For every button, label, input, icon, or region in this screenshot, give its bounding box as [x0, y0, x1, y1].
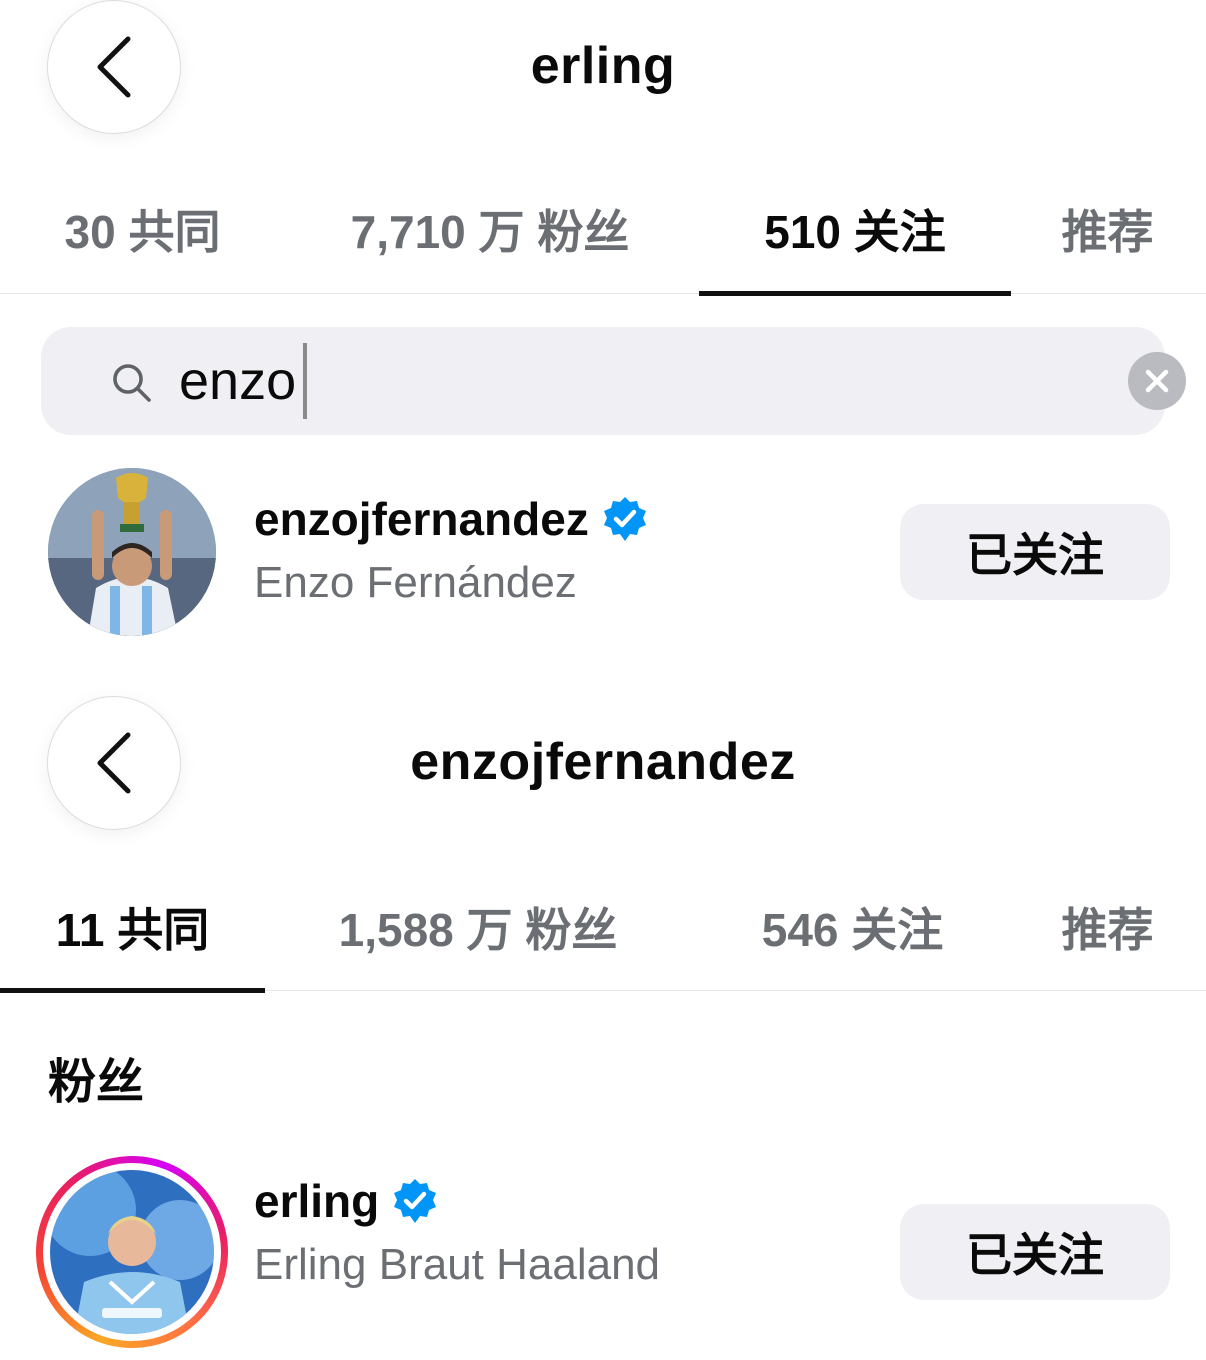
- tab-label: 30 共同: [64, 206, 221, 258]
- profile-header: enzojfernandez: [0, 680, 1206, 830]
- page-title: enzojfernandez: [410, 733, 796, 791]
- tab-label: 546 关注: [761, 903, 944, 956]
- page-title: erling: [530, 37, 676, 95]
- active-tab-indicator: [699, 291, 1011, 296]
- tab-suggested[interactable]: 推荐: [1040, 881, 1175, 990]
- button-label: 已关注: [966, 529, 1104, 581]
- clear-icon: [1145, 369, 1169, 393]
- search-query-text: enzo: [179, 351, 297, 411]
- avatar-image: [50, 1170, 214, 1334]
- tab-bar: 11 共同 1,588 万 粉丝 546 关注 推荐: [0, 881, 1206, 993]
- avatar-image: [48, 468, 216, 636]
- button-label: 已关注: [966, 1229, 1104, 1281]
- following-button[interactable]: 已关注: [900, 1204, 1170, 1300]
- avatar: [50, 1170, 214, 1334]
- verified-badge-icon: [603, 497, 646, 541]
- tab-following[interactable]: 546 关注: [730, 881, 975, 990]
- clear-search-button[interactable]: [1128, 352, 1186, 410]
- tab-following[interactable]: 510 关注: [699, 183, 1011, 296]
- tab-label: 推荐: [1061, 903, 1154, 956]
- username-text: erling: [254, 1175, 380, 1227]
- tab-label: 1,588 万 粉丝: [338, 903, 618, 956]
- search-icon: [113, 364, 151, 402]
- avatar-story-ring: [36, 1156, 228, 1348]
- tab-label: 推荐: [1061, 206, 1154, 258]
- tab-mutual[interactable]: 30 共同: [40, 183, 245, 293]
- tab-label: 7,710 万 粉丝: [350, 206, 630, 258]
- search-input[interactable]: enzo: [41, 327, 1186, 435]
- list-item[interactable]: enzojfernandez Enzo Fernández 已关注: [0, 466, 1206, 636]
- username: erling: [254, 1174, 439, 1228]
- active-tab-indicator: [0, 988, 265, 993]
- username-text: enzojfernandez: [254, 493, 589, 545]
- text-caret: [303, 343, 307, 419]
- full-name: Enzo Fernández: [254, 558, 577, 607]
- verified-badge-icon: [394, 1179, 437, 1223]
- section-title: 粉丝: [48, 1056, 145, 1109]
- tab-followers[interactable]: 1,588 万 粉丝: [318, 881, 638, 990]
- tab-mutual[interactable]: 11 共同: [0, 881, 265, 993]
- tab-label: 510 关注: [764, 206, 946, 258]
- tab-suggested[interactable]: 推荐: [1040, 183, 1175, 293]
- username: enzojfernandez: [254, 492, 649, 546]
- tab-label: 11 共同: [55, 903, 210, 956]
- avatar: [48, 468, 216, 636]
- following-button[interactable]: 已关注: [900, 504, 1170, 600]
- tab-bar: 30 共同 7,710 万 粉丝 510 关注 推荐: [0, 183, 1206, 296]
- following-screen-erling: erling 30 共同 7,710 万 粉丝 510 关注 推荐 enzo e…: [0, 0, 1206, 680]
- profile-header: erling: [0, 0, 1206, 150]
- full-name: Erling Braut Haaland: [254, 1240, 661, 1289]
- profile-screen-enzojfernandez: enzojfernandez 11 共同 1,588 万 粉丝 546 关注 推…: [0, 680, 1206, 1360]
- tab-followers[interactable]: 7,710 万 粉丝: [330, 183, 650, 293]
- list-item[interactable]: erling Erling Braut Haaland 已关注: [0, 1154, 1206, 1348]
